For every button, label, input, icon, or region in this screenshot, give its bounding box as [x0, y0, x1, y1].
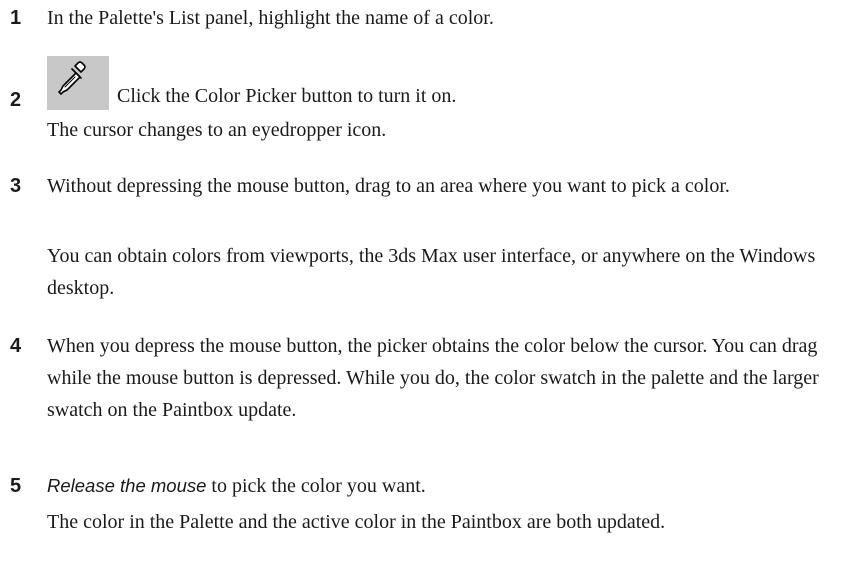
step-number: 3	[10, 175, 22, 197]
color-picker-button[interactable]	[47, 56, 109, 110]
step-text-emphasis: Release the mouse	[47, 475, 207, 496]
step-note: The color in the Palette and the active …	[47, 511, 666, 533]
step-number: 2	[10, 89, 22, 111]
step-note: You can obtain colors from viewports, th…	[47, 245, 816, 299]
step-number: 1	[10, 7, 22, 29]
step-text: Click the Color Picker button to turn it…	[117, 85, 457, 107]
step-note: The cursor changes to an eyedropper icon…	[47, 119, 387, 141]
eyedropper-icon	[58, 61, 86, 95]
step-text: Release the mouse to pick the color you …	[47, 470, 837, 502]
step-text: When you depress the mouse button, the p…	[47, 335, 819, 421]
step-text-rest: to pick the color you want.	[206, 475, 426, 497]
step-number: 4	[10, 335, 22, 357]
step-text: Without depressing the mouse button, dra…	[47, 175, 730, 197]
step-text: In the Palette's List panel, highlight t…	[47, 7, 494, 29]
step-number: 5	[10, 475, 22, 497]
